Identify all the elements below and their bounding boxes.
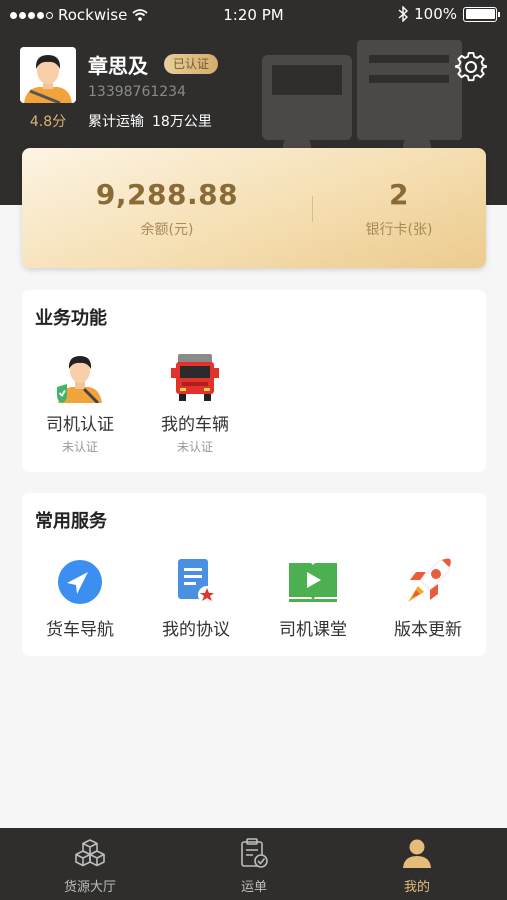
balance-label: 余额(元) — [140, 222, 194, 238]
wallet-card: 9,288.88 余额(元) 2 银行卡(张) — [22, 148, 486, 268]
driver-class-label: 司机课堂 — [279, 620, 347, 640]
bluetooth-icon — [398, 6, 409, 22]
balance-section[interactable]: 9,288.88 余额(元) — [22, 178, 312, 239]
mileage-label: 累计运输 — [88, 114, 144, 130]
common-services-card: 常用服务 货车导航 我的协议 司机课堂 版本更新 — [22, 493, 486, 656]
bank-card-section[interactable]: 2 银行卡(张) — [312, 178, 486, 239]
status-bar: Rockwise 1:20 PM 100% — [0, 0, 507, 30]
bottom-tab-bar: 货源大厅 运单 我的 — [0, 828, 507, 900]
phone-number: 13398761234 — [88, 84, 186, 100]
my-vehicle-label: 我的车辆 — [161, 415, 229, 435]
version-update-label: 版本更新 — [394, 620, 462, 640]
tab-cargo-hall-label: 货源大厅 — [63, 880, 116, 895]
settings-gear-icon[interactable] — [455, 51, 487, 83]
driver-rating: 4.8分 — [29, 114, 67, 130]
truck-watermark-icon — [262, 40, 462, 161]
book-play-icon — [289, 563, 337, 602]
rocket-icon — [408, 558, 452, 602]
truck-navigation-label: 货车导航 — [46, 620, 114, 640]
verified-badge: 已认证 — [164, 54, 219, 74]
battery-percent: 100% — [414, 5, 457, 23]
battery-icon — [463, 6, 500, 22]
driver-certification-label: 司机认证 — [46, 415, 114, 435]
driver-certification-item[interactable]: 司机认证 未认证 — [32, 350, 128, 455]
my-vehicle-status: 未认证 — [176, 440, 213, 454]
tab-cargo-hall[interactable]: 货源大厅 — [40, 838, 140, 895]
avatar[interactable] — [20, 47, 76, 103]
tab-mine[interactable]: 我的 — [367, 838, 467, 895]
balance-amount: 9,288.88 — [95, 178, 239, 211]
business-functions-title: 业务功能 — [35, 308, 107, 329]
document-star-icon — [178, 559, 216, 604]
common-services-title: 常用服务 — [35, 511, 107, 532]
person-icon — [403, 839, 431, 868]
my-agreement-label: 我的协议 — [162, 620, 230, 640]
driver-avatar-icon — [20, 47, 76, 103]
clipboard-check-icon — [241, 838, 268, 868]
driver-certification-status: 未认证 — [61, 440, 98, 454]
bank-card-label: 银行卡(张) — [365, 222, 433, 238]
driver-class-item[interactable]: 司机课堂 — [265, 555, 361, 640]
driver-avatar-check-icon — [57, 356, 102, 403]
navigation-arrow-icon — [58, 560, 102, 604]
tab-waybill[interactable]: 运单 — [204, 838, 304, 895]
tab-waybill-label: 运单 — [240, 880, 267, 895]
mileage-value: 18万公里 — [152, 114, 212, 130]
red-truck-icon — [171, 354, 219, 401]
truck-navigation-item[interactable]: 货车导航 — [32, 555, 128, 640]
user-name: 章思及 — [88, 54, 148, 78]
my-vehicle-item[interactable]: 我的车辆 未认证 — [147, 350, 243, 455]
bank-card-count: 2 — [389, 178, 409, 211]
version-update-item[interactable]: 版本更新 — [380, 555, 476, 640]
my-agreement-item[interactable]: 我的协议 — [148, 555, 244, 640]
tab-mine-label: 我的 — [403, 880, 430, 895]
business-functions-card: 业务功能 司机认证 未认证 我的车辆 未认证 — [22, 290, 486, 472]
cubes-icon — [75, 839, 105, 867]
mileage-summary: 累计运输 18万公里 — [88, 111, 212, 131]
